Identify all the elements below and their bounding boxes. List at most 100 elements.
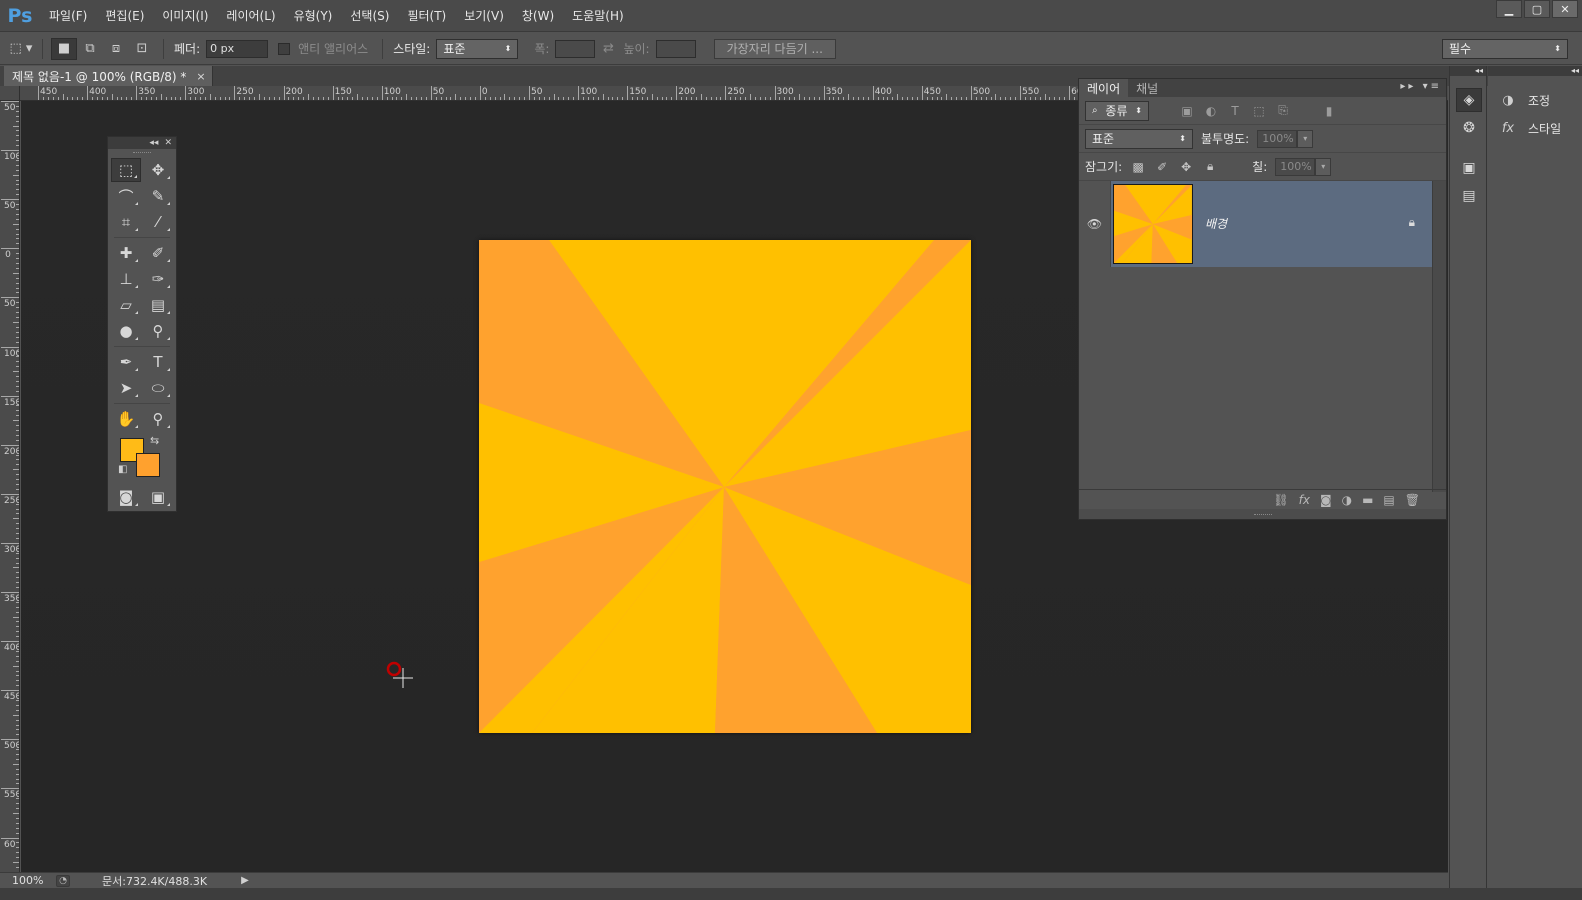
screen-mode-button[interactable]: ▣ [143,485,173,509]
menu-edit[interactable]: 편집(E) [96,0,153,32]
intersect-selection-button[interactable]: ⊡ [129,38,155,60]
path-select-tool[interactable]: ➤ [111,376,141,400]
collapse-dock-icon[interactable]: ◂◂ [1488,66,1582,76]
antialias-checkbox[interactable] [278,42,291,55]
new-group-icon[interactable]: ▬ [1362,493,1373,507]
layer-row[interactable]: 👁︎ 배경 🔒︎ [1079,180,1433,267]
add-selection-button[interactable]: ⧉ [77,38,103,60]
style-select[interactable]: 표준 ⬍ [436,38,519,59]
eyedropper-tool[interactable]: ⁄ [143,210,173,234]
menu-view[interactable]: 보기(V) [455,0,513,32]
opacity-dropdown-icon[interactable]: ▾ [1297,129,1314,148]
new-selection-button[interactable]: ■ [51,37,77,60]
channels-dock-button[interactable]: ❂ [1456,116,1482,140]
menu-file[interactable]: 파일(F) [40,0,96,32]
workspace-select[interactable]: 필수 ⬍ [1442,38,1568,59]
brush-tool[interactable]: ✐ [143,241,173,265]
document-info[interactable]: 문서:732.4K/488.3K [102,873,207,889]
lock-transparent-icon[interactable]: ▩ [1130,160,1146,174]
collapse-icon[interactable]: ◂◂ [149,138,158,148]
dodge-tool[interactable]: ⚲ [143,319,173,343]
healing-brush-tool[interactable]: ✚ [111,241,141,265]
tab-layers[interactable]: 레이어 [1079,79,1129,97]
proof-icon[interactable]: ◔ [56,874,70,887]
height-input[interactable] [655,39,696,58]
layers-dock-button[interactable]: ◈ [1456,88,1482,112]
adjustment-layer-icon[interactable]: ◑ [1342,493,1352,507]
close-icon[interactable]: ✕ [164,138,172,148]
layer-item[interactable]: 배경 🔒︎ [1111,180,1433,267]
swap-colors-icon[interactable]: ⇆ [150,434,159,447]
swap-dimensions-icon[interactable]: ⇄ [595,38,621,60]
link-layers-icon[interactable]: ⛓︎ [1273,493,1288,507]
close-button[interactable]: ✕ [1552,0,1578,18]
fill-dropdown-icon[interactable]: ▾ [1315,157,1332,176]
type-filter-icon[interactable]: T [1227,104,1243,118]
menu-image[interactable]: 이미지(I) [153,0,217,32]
rect-marquee-tool[interactable]: ⬚ [111,158,141,182]
lock-position-icon[interactable]: ✥ [1178,160,1194,174]
feather-input[interactable] [206,39,269,58]
tool-preset-picker[interactable]: ⬚ ▾ [8,38,34,60]
expand-dock-icon[interactable]: ◂◂ [1450,66,1486,76]
lock-all-icon[interactable]: 🔒︎ [1202,159,1218,174]
pen-tool[interactable]: ✒ [111,350,141,374]
trash-icon[interactable]: 🗑︎ [1405,493,1420,507]
tools-panel-grip[interactable] [108,149,176,157]
layer-style-icon[interactable]: fx [1299,493,1310,507]
ruler-origin[interactable] [0,86,20,101]
new-layer-icon[interactable]: ▤ [1383,493,1394,507]
close-tab-icon[interactable]: × [196,70,205,83]
menu-window[interactable]: 창(W) [513,0,563,32]
adjustments-item[interactable]: ◑ 조정 [1498,90,1550,110]
quick-select-tool[interactable]: ✎ [143,184,173,208]
move-tool[interactable]: ✥ [143,158,173,182]
menu-select[interactable]: 선택(S) [341,0,398,32]
lock-pixels-icon[interactable]: ✐ [1154,160,1170,174]
eye-icon[interactable]: 👁︎ [1079,180,1111,267]
eraser-tool[interactable]: ▱ [111,293,141,317]
menu-filter[interactable]: 필터(T) [398,0,455,32]
layer-filter-select[interactable]: ⌕ 종류 ⬍ [1085,100,1149,121]
refine-edge-button[interactable]: 가장자리 다듬기 ... [713,38,836,59]
properties-dock-button[interactable]: ▤ [1456,184,1482,208]
add-mask-icon[interactable]: ◙ [1320,493,1332,507]
tab-channels[interactable]: 채널 [1128,79,1166,97]
hand-tool[interactable]: ✋ [111,407,141,431]
subtract-selection-button[interactable]: ⧈ [103,38,129,60]
pixel-filter-icon[interactable]: ▣ [1179,104,1195,118]
shape-filter-icon[interactable]: ⬚ [1251,104,1267,118]
smart-object-filter-icon[interactable]: ⎘ [1275,103,1291,118]
vertical-ruler[interactable]: 50 100 50 0 50 100 150 200 250 300 350 400 450 500 550… [0,101,20,872]
lasso-tool[interactable]: ⌒ [111,184,141,208]
panel-menu-icon[interactable]: ▸▸ ▾≡ [1400,81,1442,92]
clone-stamp-tool[interactable]: ⊥ [111,267,141,291]
adjustment-filter-icon[interactable]: ◐ [1203,104,1219,118]
tools-panel-header[interactable]: ◂◂ ✕ [108,137,176,149]
filter-toggle-icon[interactable]: ▮ [1321,104,1337,118]
blend-mode-select[interactable]: 표준 ⬍ [1085,128,1193,149]
opacity-input[interactable]: 100% [1257,129,1298,148]
background-color-swatch[interactable] [136,453,160,477]
default-colors-icon[interactable]: ◧ [118,464,127,475]
status-menu-icon[interactable]: ▶ [241,875,249,886]
crop-tool[interactable]: ⌗ [111,210,141,234]
document-tab[interactable]: 제목 없음-1 @ 100% (RGB/8) * × [4,66,213,86]
quick-mask-button[interactable]: ◙ [111,485,141,509]
layers-panel-resize-grip[interactable] [1079,509,1446,519]
zoom-level[interactable]: 100% [0,874,43,887]
swatches-dock-button[interactable]: ▣ [1456,156,1482,180]
maximize-button[interactable]: ▢ [1524,0,1550,18]
menu-type[interactable]: 유형(Y) [285,0,342,32]
menu-layer[interactable]: 레이어(L) [217,0,284,32]
document-canvas[interactable] [479,240,971,733]
zoom-tool[interactable]: ⚲ [143,407,173,431]
fill-input[interactable]: 100% [1275,157,1316,176]
menu-help[interactable]: 도움말(H) [563,0,633,32]
minimize-button[interactable]: ▁ [1496,0,1522,18]
gradient-tool[interactable]: ▤ [143,293,173,317]
history-brush-tool[interactable]: ✑ [143,267,173,291]
styles-item[interactable]: fx 스타일 [1498,118,1561,138]
ellipse-tool[interactable]: ⬭ [143,376,173,400]
blur-tool[interactable]: ● [111,319,141,343]
